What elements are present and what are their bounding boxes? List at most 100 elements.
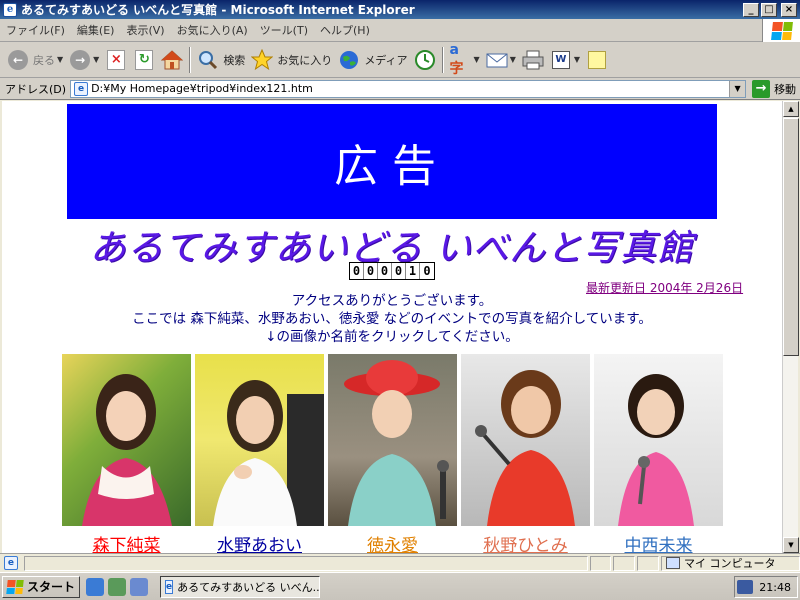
menu-file[interactable]: ファイル(F)	[0, 22, 71, 38]
vertical-scrollbar[interactable]: ▲ ▼	[782, 101, 799, 553]
intro-line: アクセスありがとうございます。	[291, 293, 493, 309]
member-card: 徳永愛	[328, 354, 457, 553]
ie-icon: e	[165, 579, 174, 594]
search-icon	[199, 50, 218, 69]
chevron-down-icon[interactable]: ▼	[93, 55, 99, 64]
refresh-button[interactable]: ↻	[130, 45, 158, 75]
word-document-icon: W	[551, 50, 570, 69]
address-url[interactable]: D:¥My Homepage¥tripod¥index121.htm	[91, 82, 729, 95]
back-button[interactable]: ← 戻る ▼	[4, 45, 66, 75]
member-gallery: 森下純菜 水野あおい 徳永愛 秋野ひとみ 中西未来	[62, 354, 723, 553]
chevron-down-icon[interactable]: ▼	[474, 55, 480, 64]
encoding-button[interactable]: a字 ▼	[447, 41, 483, 77]
toolbar-separator	[441, 46, 444, 73]
stop-icon: ×	[107, 49, 126, 70]
ie-icon: e	[3, 2, 17, 17]
go-button[interactable]: → 移動	[752, 79, 796, 98]
chevron-down-icon[interactable]: ▼	[574, 55, 580, 64]
chevron-down-icon[interactable]: ▼	[510, 55, 516, 64]
member-name-link[interactable]: 秋野ひとみ	[483, 531, 568, 553]
address-input[interactable]: e D:¥My Homepage¥tripod¥index121.htm ▼	[70, 79, 747, 98]
start-label: スタート	[27, 580, 76, 594]
menu-favorites[interactable]: お気に入り(A)	[171, 22, 254, 38]
member-name-link[interactable]: 徳永愛	[367, 531, 418, 553]
media-label: メディア	[364, 53, 408, 67]
menu-view[interactable]: 表示(V)	[120, 22, 170, 38]
mail-icon	[486, 53, 508, 67]
member-card: 秋野ひとみ	[461, 354, 590, 553]
status-panel	[637, 555, 660, 571]
counter-digit: 0	[392, 263, 406, 279]
media-button[interactable]: メディア	[335, 45, 410, 75]
home-button[interactable]	[158, 45, 186, 75]
ime-icon[interactable]	[737, 580, 754, 594]
minimize-button[interactable]: _	[743, 2, 759, 17]
status-bar: e マイ コンピュータ	[0, 553, 800, 572]
computer-icon	[666, 557, 681, 569]
taskbar-window-button[interactable]: e あるてみすあいどる いべん...	[160, 575, 321, 598]
edit-button[interactable]: W ▼	[547, 45, 583, 75]
ad-banner[interactable]: 広告	[67, 104, 717, 219]
counter-digit: 0	[364, 263, 378, 279]
forward-button[interactable]: → ▼	[66, 45, 102, 75]
outlook-quicklaunch-icon[interactable]	[130, 577, 149, 596]
favorites-label: お気に入り	[277, 53, 333, 67]
member-card: 水野あおい	[195, 354, 324, 553]
intro-line: ↓の画像か名前をクリックしてください。	[265, 329, 519, 345]
go-arrow-icon: →	[752, 79, 771, 98]
page-icon: e	[74, 81, 89, 96]
zone-label: マイ コンピュータ	[684, 557, 776, 570]
menu-tools[interactable]: ツール(T)	[254, 22, 314, 38]
mail-button[interactable]: ▼	[483, 45, 519, 75]
messenger-button[interactable]	[583, 45, 611, 75]
member-card: 中西未来	[594, 354, 723, 553]
printer-icon	[522, 50, 544, 69]
status-panel	[613, 555, 636, 571]
zone-panel: マイ コンピュータ	[661, 555, 800, 571]
member-card: 森下純菜	[62, 354, 191, 553]
scroll-up-icon[interactable]: ▲	[783, 101, 799, 117]
desktop-quicklaunch-icon[interactable]	[108, 577, 127, 596]
taskbar: スタート e あるてみすあいどる いべん... 21:48	[0, 572, 800, 600]
menu-help[interactable]: ヘルプ(H)	[314, 22, 376, 38]
member-photo[interactable]	[62, 354, 191, 526]
scroll-thumb[interactable]	[783, 118, 799, 356]
chevron-down-icon[interactable]: ▼	[57, 55, 63, 64]
member-name-link[interactable]: 森下純菜	[93, 531, 161, 553]
counter-digit: 0	[350, 263, 364, 279]
menu-bar: ファイル(F) 編集(E) 表示(V) お気に入り(A) ツール(T) ヘルプ(…	[0, 19, 800, 42]
page-viewport: 広告 あるてみすあいどる いべんと写真館 0 0 0 0 1 0 最新更新日 2…	[2, 101, 782, 553]
stop-button[interactable]: ×	[102, 45, 130, 75]
print-button[interactable]	[519, 45, 547, 75]
start-button[interactable]: スタート	[2, 575, 81, 598]
intro-line: ここでは 森下純菜、水野あおい、徳永愛 などのイベントでの写真を紹介しています。	[132, 311, 652, 327]
ie-quicklaunch-icon[interactable]	[86, 577, 105, 596]
counter-digit: 0	[378, 263, 392, 279]
search-button[interactable]: 検索	[194, 45, 248, 75]
system-tray: 21:48	[734, 576, 798, 598]
note-icon	[588, 50, 607, 69]
toolbar: ← 戻る ▼ → ▼ × ↻ 検索 お気に入り メディア a字 ▼ ▼ W ▼	[0, 42, 800, 78]
member-name-link[interactable]: 水野あおい	[217, 531, 302, 553]
history-button[interactable]	[411, 45, 439, 75]
member-photo[interactable]	[594, 354, 723, 526]
encoding-icon: a字	[449, 41, 464, 77]
member-photo[interactable]	[461, 354, 590, 526]
page-status-icon: e	[4, 556, 18, 570]
scroll-down-icon[interactable]: ▼	[783, 537, 799, 553]
toolbar-separator	[189, 46, 192, 73]
forward-arrow-icon: →	[70, 49, 91, 70]
media-globe-icon	[340, 50, 359, 69]
maximize-button[interactable]: □	[761, 2, 777, 17]
member-photo[interactable]	[195, 354, 324, 526]
task-label: あるてみすあいどる いべん...	[177, 580, 321, 594]
counter-digit: 1	[406, 263, 420, 279]
menu-edit[interactable]: 編集(E)	[71, 22, 121, 38]
favorites-button[interactable]: お気に入り	[248, 45, 335, 75]
close-button[interactable]: ×	[781, 2, 797, 17]
member-photo[interactable]	[328, 354, 457, 526]
address-dropdown-icon[interactable]: ▼	[729, 80, 746, 97]
address-bar: アドレス(D) e D:¥My Homepage¥tripod¥index121…	[0, 78, 800, 100]
member-name-link[interactable]: 中西未来	[625, 531, 693, 553]
back-label: 戻る	[33, 53, 55, 67]
